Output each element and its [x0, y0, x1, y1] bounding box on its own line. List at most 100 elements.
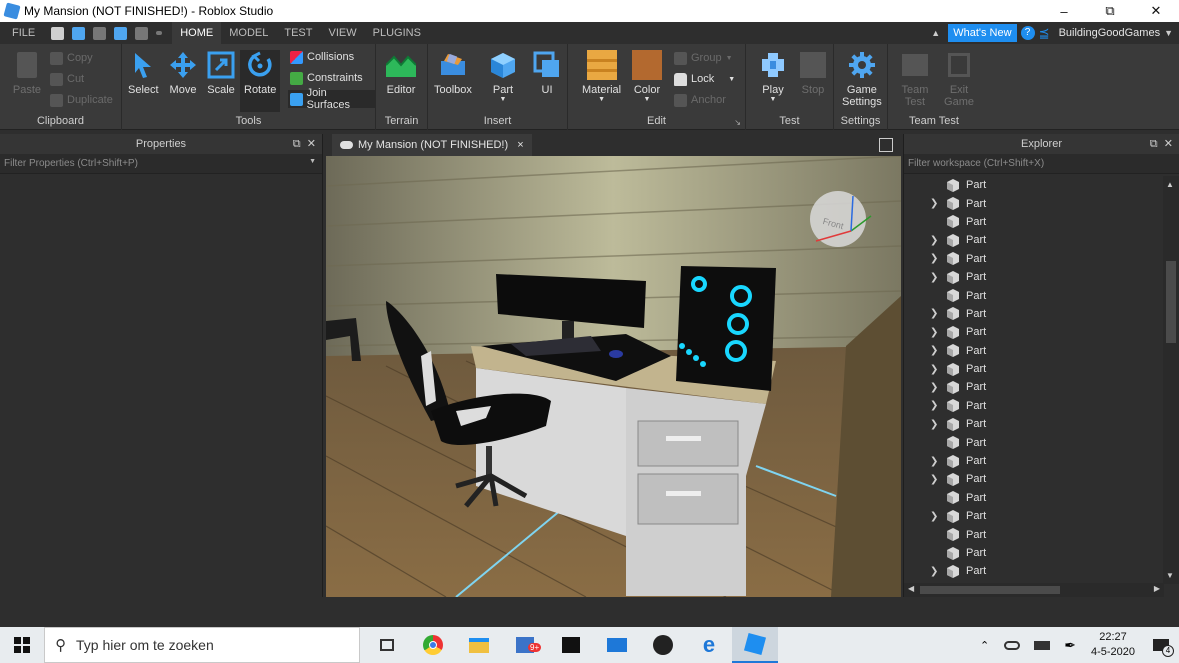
explorer-item[interactable]: Part — [904, 433, 1162, 451]
explorer-item[interactable]: ❯ Part — [904, 470, 1162, 488]
ui-button[interactable]: UI — [532, 50, 562, 96]
expand-chevron-icon[interactable]: ❯ — [930, 272, 938, 283]
scroll-right-icon[interactable]: ▶ — [1154, 584, 1160, 593]
explorer-item[interactable]: Part — [904, 489, 1162, 507]
cut-button[interactable]: Cut — [50, 70, 84, 88]
edge-button[interactable]: e — [686, 627, 732, 663]
move-button[interactable]: Move — [168, 50, 198, 96]
restore-button[interactable]: ⧉ — [1087, 0, 1133, 22]
duplicate-button[interactable]: Duplicate — [50, 91, 113, 109]
3d-viewport[interactable]: Front — [326, 156, 901, 597]
close-button[interactable]: ✕ — [1133, 0, 1179, 22]
explorer-item[interactable]: ❯ Part — [904, 397, 1162, 415]
whats-new-button[interactable]: What's New — [948, 24, 1017, 42]
join-surfaces-toggle[interactable]: Join Surfaces — [288, 87, 375, 111]
clock[interactable]: 22:27 4-5-2020 — [1091, 630, 1135, 660]
new-file-icon[interactable] — [51, 26, 65, 40]
close-panel-icon[interactable]: ✕ — [1164, 138, 1173, 150]
tab-my-mansion[interactable]: My Mansion (NOT FINISHED!) × — [332, 134, 532, 156]
explorer-item[interactable]: Part — [904, 286, 1162, 304]
tab-test[interactable]: TEST — [276, 22, 320, 44]
explorer-item[interactable]: ❯ Part — [904, 342, 1162, 360]
show-hidden-icons-chevron-icon[interactable]: ⌃ — [980, 639, 989, 652]
share-icon[interactable]: ⪳ — [1039, 26, 1053, 40]
user-menu-chevron-icon[interactable]: ▼ — [1164, 28, 1173, 38]
tab-plugins[interactable]: PLUGINS — [365, 22, 429, 44]
part-dropdown-icon[interactable]: ▼ — [500, 96, 507, 103]
toolbox-button[interactable]: Toolbox — [434, 50, 472, 96]
redo-icon[interactable] — [93, 26, 107, 40]
scroll-up-icon[interactable]: ▲ — [1166, 180, 1174, 189]
expand-chevron-icon[interactable]: ❯ — [930, 382, 938, 393]
pen-icon[interactable]: ✒ — [1064, 637, 1076, 654]
mail-app-button[interactable]: 9+ — [502, 627, 548, 663]
scroll-down-icon[interactable]: ▼ — [1166, 571, 1174, 580]
material-button[interactable]: Material ▼ — [582, 50, 621, 103]
expand-chevron-icon[interactable]: ❯ — [930, 235, 938, 246]
undock-icon[interactable]: ⧉ — [1150, 138, 1158, 150]
stop-button[interactable]: Stop — [798, 50, 828, 96]
task-view-button[interactable] — [364, 627, 410, 663]
scale-button[interactable]: Scale — [206, 50, 236, 96]
expand-chevron-icon[interactable]: ❯ — [930, 566, 938, 577]
collapse-ribbon-icon[interactable]: ▲ — [931, 28, 940, 38]
explorer-item[interactable]: ❯ Part — [904, 250, 1162, 268]
lock-button[interactable]: Lock ▼ — [674, 70, 735, 88]
explorer-item[interactable]: ❯ Part — [904, 378, 1162, 396]
explorer-item[interactable]: ❯ Part — [904, 562, 1162, 580]
explorer-item[interactable]: Part — [904, 544, 1162, 562]
group-button[interactable]: Group ▼ — [674, 49, 733, 67]
properties-filter-dropdown-icon[interactable]: ▼ — [309, 158, 316, 165]
explorer-item[interactable]: ❯ Part — [904, 360, 1162, 378]
expand-chevron-icon[interactable]: ❯ — [930, 419, 938, 430]
scroll-thumb[interactable] — [1166, 261, 1176, 343]
tab-file[interactable]: FILE — [0, 22, 47, 44]
explorer-vertical-scrollbar[interactable]: ▲ ▼ — [1163, 176, 1179, 584]
view-selector-icon[interactable] — [879, 138, 893, 152]
close-panel-icon[interactable]: ✕ — [307, 138, 316, 150]
file-explorer-button[interactable] — [456, 627, 502, 663]
roblox-studio-taskbar-button[interactable] — [732, 627, 778, 663]
explorer-item[interactable]: Part — [904, 176, 1162, 194]
onedrive-icon[interactable] — [1004, 640, 1021, 650]
tab-home[interactable]: HOME — [172, 22, 222, 44]
copy-button[interactable]: Copy — [50, 49, 93, 67]
collisions-toggle[interactable]: Collisions — [290, 48, 354, 66]
explorer-item[interactable]: ❯ Part — [904, 194, 1162, 212]
battery-icon[interactable] — [1034, 640, 1051, 650]
constraints-toggle[interactable]: Constraints — [290, 69, 363, 87]
game-settings-button[interactable]: Game Settings — [842, 50, 882, 108]
play-button[interactable]: Play ▼ — [758, 50, 788, 103]
action-center-button[interactable]: 4 — [1143, 627, 1179, 663]
explorer-item[interactable]: ❯ Part — [904, 323, 1162, 341]
expand-chevron-icon[interactable]: ❯ — [930, 253, 938, 264]
team-test-button[interactable]: Team Test — [900, 50, 930, 108]
select-button[interactable]: Select — [128, 50, 159, 96]
expand-chevron-icon[interactable]: ❯ — [930, 308, 938, 319]
part-button[interactable]: Part ▼ — [488, 50, 518, 103]
steam-button[interactable] — [640, 627, 686, 663]
publish-icon[interactable] — [114, 26, 128, 40]
store-button[interactable] — [548, 627, 594, 663]
explorer-item[interactable]: ❯ Part — [904, 268, 1162, 286]
expand-chevron-icon[interactable]: ❯ — [930, 474, 938, 485]
expand-chevron-icon[interactable]: ❯ — [930, 327, 938, 338]
undo-icon[interactable] — [72, 26, 86, 40]
explorer-item[interactable]: ❯ Part — [904, 231, 1162, 249]
expand-chevron-icon[interactable]: ❯ — [930, 400, 938, 411]
minimize-button[interactable]: – — [1041, 0, 1087, 22]
expand-chevron-icon[interactable]: ❯ — [930, 456, 938, 467]
undock-icon[interactable]: ⧉ — [293, 138, 301, 150]
tab-view[interactable]: VIEW — [320, 22, 364, 44]
play-dropdown-icon[interactable]: ▼ — [770, 96, 777, 103]
username[interactable]: BuildingGoodGames — [1059, 27, 1161, 39]
lock-dropdown-icon[interactable]: ▼ — [728, 76, 735, 83]
group-dropdown-icon[interactable]: ▼ — [726, 55, 733, 62]
start-button[interactable] — [0, 627, 44, 663]
paste-button[interactable]: Paste — [12, 50, 42, 96]
tab-model[interactable]: MODEL — [221, 22, 276, 44]
rotate-button[interactable]: Rotate — [240, 50, 281, 112]
explorer-item[interactable]: ❯ Part — [904, 452, 1162, 470]
material-dropdown-icon[interactable]: ▼ — [598, 96, 605, 103]
terrain-editor-button[interactable]: Editor — [386, 50, 416, 96]
